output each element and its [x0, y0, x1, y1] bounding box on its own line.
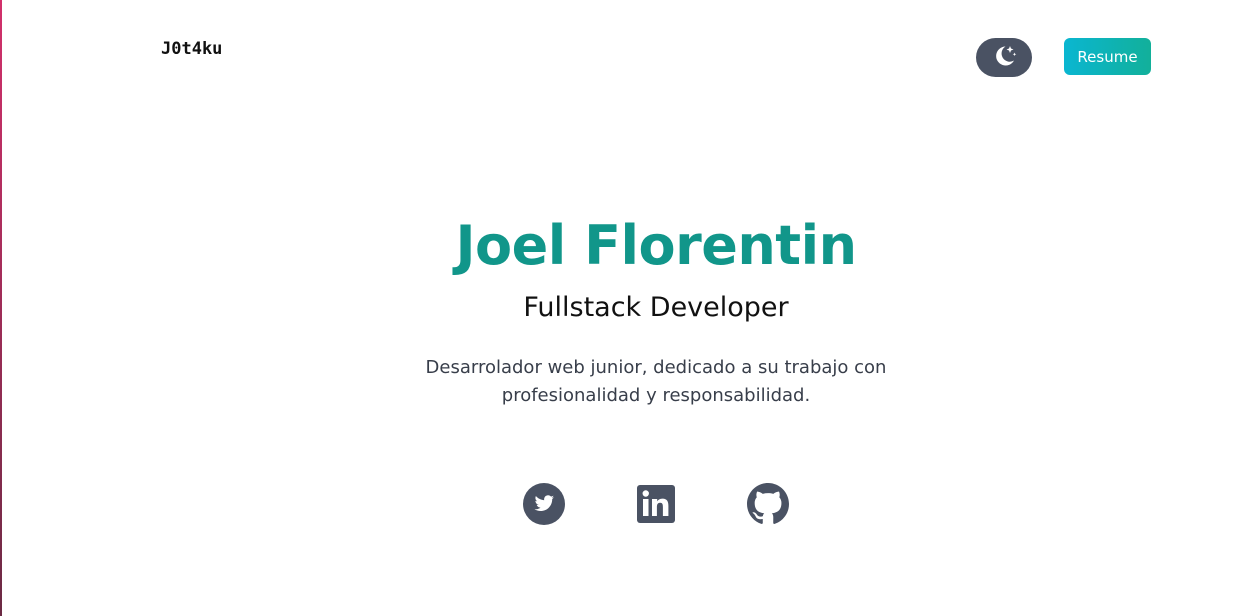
- site-logo[interactable]: J0t4ku: [161, 39, 222, 59]
- resume-button[interactable]: Resume: [1064, 38, 1151, 75]
- hero-description: Desarrolador web junior, dedicado a su t…: [425, 357, 887, 406]
- github-icon: [747, 483, 789, 529]
- portfolio-page: J0t4ku Resume Joel Florentin Fullstack D…: [0, 0, 1240, 616]
- hero-role: Fullstack Developer: [523, 292, 789, 323]
- linkedin-link[interactable]: [635, 485, 677, 527]
- twitter-icon: [523, 483, 565, 529]
- twitter-link[interactable]: [523, 483, 565, 529]
- hero-name: Joel Florentin: [455, 214, 857, 277]
- theme-toggle-button[interactable]: [976, 38, 1032, 77]
- moon-stars-icon: [990, 42, 1018, 74]
- linkedin-icon: [635, 483, 677, 529]
- github-link[interactable]: [747, 483, 789, 529]
